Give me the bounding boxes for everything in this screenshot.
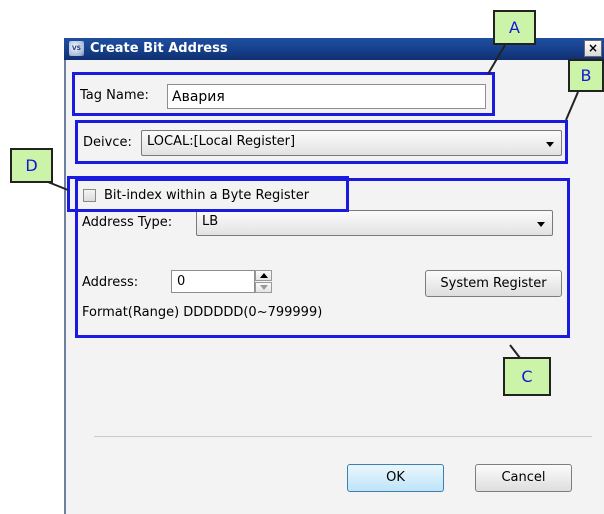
highlight-frame-a (72, 72, 495, 116)
dialog-title: Create Bit Address (90, 41, 228, 56)
close-button[interactable]: × (584, 40, 602, 57)
callout-b: B (568, 59, 604, 92)
footer-separator (94, 436, 592, 437)
cancel-button[interactable]: Cancel (475, 464, 572, 492)
dialog-left-border (64, 38, 66, 514)
callout-d: D (10, 148, 53, 183)
ok-button[interactable]: OK (347, 464, 444, 492)
highlight-frame-b (75, 120, 568, 164)
callout-c: C (503, 357, 551, 396)
app-icon: VS (69, 41, 84, 56)
callout-a: A (493, 10, 536, 45)
highlight-frame-d (67, 176, 349, 212)
